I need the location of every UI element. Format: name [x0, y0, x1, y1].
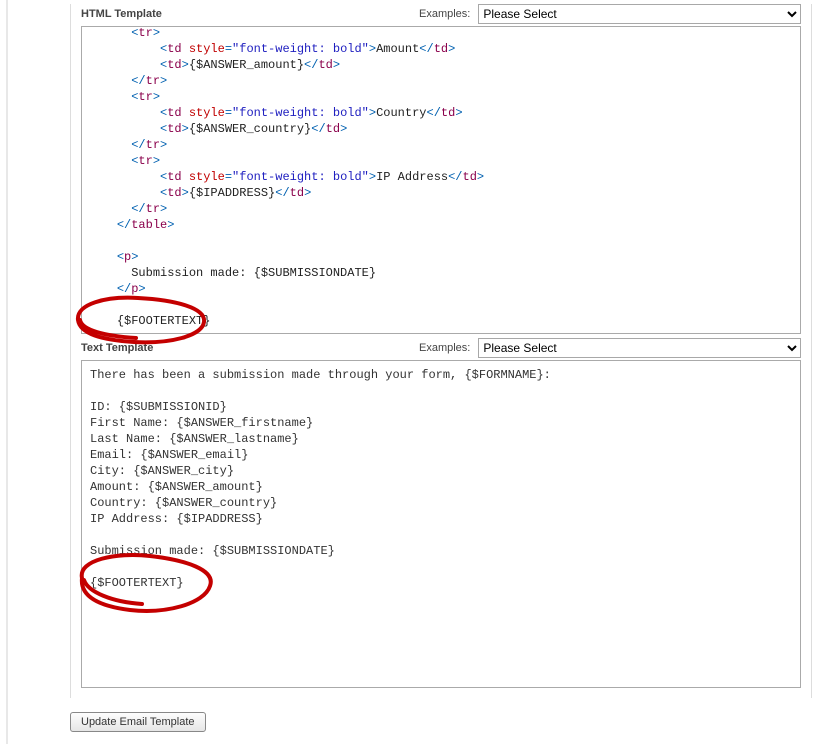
panel: HTML Template Examples: Please Select </…	[70, 4, 812, 698]
code-line: </tr>	[88, 137, 780, 153]
code-line: <td style="font-weight: bold">Country</t…	[88, 105, 780, 121]
html-template-editor[interactable]: </tr> <tr> <td style="font-weight: bold"…	[81, 26, 801, 334]
html-template-header: HTML Template Examples: Please Select	[81, 4, 801, 26]
update-email-template-button[interactable]: Update Email Template	[70, 712, 206, 732]
code-line: </tr>	[88, 73, 780, 89]
code-line: {$FOOTERTEXT}	[88, 313, 780, 329]
html-examples-label: Examples:	[419, 8, 470, 20]
code-line: <td style="font-weight: bold">Amount</td…	[88, 41, 780, 57]
code-line: <tr>	[88, 26, 780, 41]
text-template-editor[interactable]: There has been a submission made through…	[81, 360, 801, 688]
code-line: <td>{$ANSWER_country}</td>	[88, 121, 780, 137]
code-line: </p>	[88, 281, 780, 297]
code-line: </table>	[88, 217, 780, 233]
code-line	[88, 233, 780, 249]
code-line: <p>	[88, 249, 780, 265]
button-row: Update Email Template	[70, 698, 812, 732]
code-line: <tr>	[88, 153, 780, 169]
code-line	[88, 297, 780, 313]
code-line: </tr>	[88, 201, 780, 217]
code-line: <td>{$ANSWER_amount}</td>	[88, 57, 780, 73]
code-line: <tr>	[88, 89, 780, 105]
left-accent	[6, 0, 8, 744]
code-line: <td>{$IPADDRESS}</td>	[88, 185, 780, 201]
text-examples-label: Examples:	[419, 342, 470, 354]
code-line: Submission made: {$SUBMISSIONDATE}	[88, 265, 780, 281]
text-examples-select[interactable]: Please Select	[478, 338, 801, 358]
html-template-title: HTML Template	[81, 8, 411, 20]
text-template-header: Text Template Examples: Please Select	[81, 338, 801, 360]
html-examples-select[interactable]: Please Select	[478, 4, 801, 24]
page-root: HTML Template Examples: Please Select </…	[0, 0, 834, 744]
text-template-title: Text Template	[81, 342, 411, 354]
code-line: <td style="font-weight: bold">IP Address…	[88, 169, 780, 185]
